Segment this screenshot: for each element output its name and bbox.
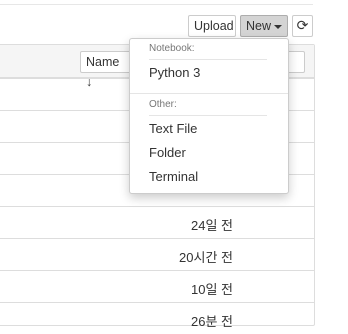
refresh-button[interactable]: ⟳ <box>292 15 313 37</box>
file-modified-time: 26분 전 <box>191 314 233 329</box>
other-header-underline <box>149 115 267 116</box>
file-row[interactable]: 20시간 전 <box>0 238 314 270</box>
notebook-header-underline <box>149 59 267 60</box>
sort-by-name-button[interactable]: Name ↓ <box>80 51 134 89</box>
menu-item-terminal[interactable]: Terminal <box>149 169 198 184</box>
other-section-header: Other: <box>149 99 177 110</box>
new-button[interactable]: New <box>240 15 288 37</box>
menu-item-python3[interactable]: Python 3 <box>149 65 200 80</box>
file-row[interactable]: 10일 전 <box>0 270 314 302</box>
upload-button[interactable]: Upload <box>188 15 236 37</box>
refresh-icon: ⟳ <box>296 17 309 33</box>
menu-item-text-file[interactable]: Text File <box>149 121 197 136</box>
sort-name-label: Name <box>86 55 120 69</box>
menu-divider <box>130 93 288 94</box>
menu-item-folder[interactable]: Folder <box>149 145 186 160</box>
notebook-section-header: Notebook: <box>149 43 195 54</box>
file-modified-time: 24일 전 <box>191 218 233 233</box>
file-modified-time: 20시간 전 <box>179 250 233 265</box>
caret-down-icon <box>274 24 283 29</box>
file-row[interactable]: 24일 전 <box>0 206 314 238</box>
header-divider <box>0 0 313 5</box>
file-modified-time: 10일 전 <box>191 282 233 297</box>
new-button-label: New <box>246 19 272 33</box>
file-row[interactable]: 26분 전 <box>0 302 314 334</box>
new-dropdown-menu: Notebook: Python 3 Other: Text File Fold… <box>129 38 289 194</box>
